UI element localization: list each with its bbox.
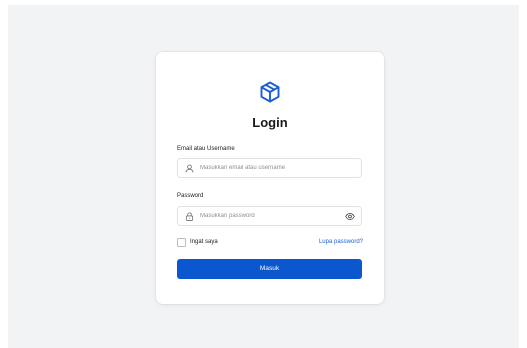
lock-icon (185, 212, 194, 221)
remember-label: Ingat saya (190, 239, 218, 245)
user-icon (185, 164, 194, 173)
password-field[interactable] (177, 206, 362, 226)
email-field[interactable] (177, 158, 362, 178)
remember-checkbox[interactable] (177, 238, 186, 247)
login-button[interactable]: Masuk (177, 259, 362, 279)
page-background: Login Email atau Username Password (8, 5, 519, 348)
email-input[interactable] (200, 162, 340, 174)
password-input[interactable] (200, 210, 340, 222)
password-label: Password (177, 193, 204, 199)
login-card: Login Email atau Username Password (156, 52, 384, 304)
page-title: Login (252, 115, 288, 130)
eye-icon[interactable] (345, 212, 355, 221)
email-label: Email atau Username (177, 146, 235, 152)
cube-icon (260, 81, 280, 103)
forgot-password-link[interactable]: Lupa password? (319, 239, 363, 245)
